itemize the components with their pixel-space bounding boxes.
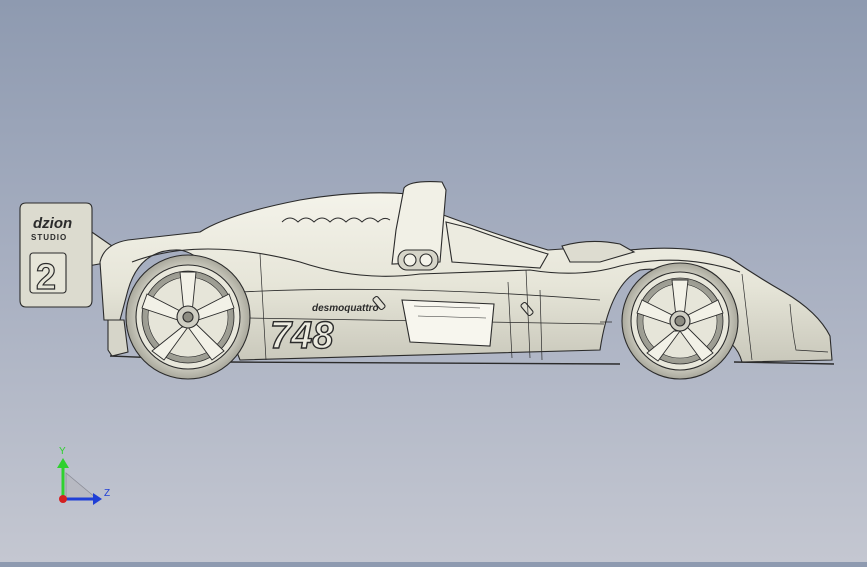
race-number: 748 (270, 315, 334, 357)
z-axis-arrow (93, 493, 102, 505)
y-axis-arrow (57, 458, 69, 468)
rear-diffuser (107, 319, 129, 357)
wing-logo-text: dzion (33, 215, 72, 232)
axis-triad: Y Z (57, 446, 110, 505)
front-wheel (621, 262, 739, 380)
x-axis-origin (59, 495, 67, 503)
sponsor-decal: desmoquattro (312, 303, 379, 314)
cad-viewport[interactable]: dzion STUDIO 2 desmoquattro 748 Y Z (0, 0, 867, 562)
z-axis-label: Z (104, 488, 110, 499)
rear-wheel (125, 254, 251, 380)
race-car-model[interactable]: dzion STUDIO 2 desmoquattro 748 (19, 181, 835, 380)
xy-plane-indicator (65, 472, 98, 499)
y-axis-label: Y (59, 446, 66, 457)
wing-number: 2 (36, 256, 56, 297)
rear-wing-endplate: dzion STUDIO 2 (19, 202, 93, 308)
wing-logo-subtext: STUDIO (31, 233, 67, 242)
